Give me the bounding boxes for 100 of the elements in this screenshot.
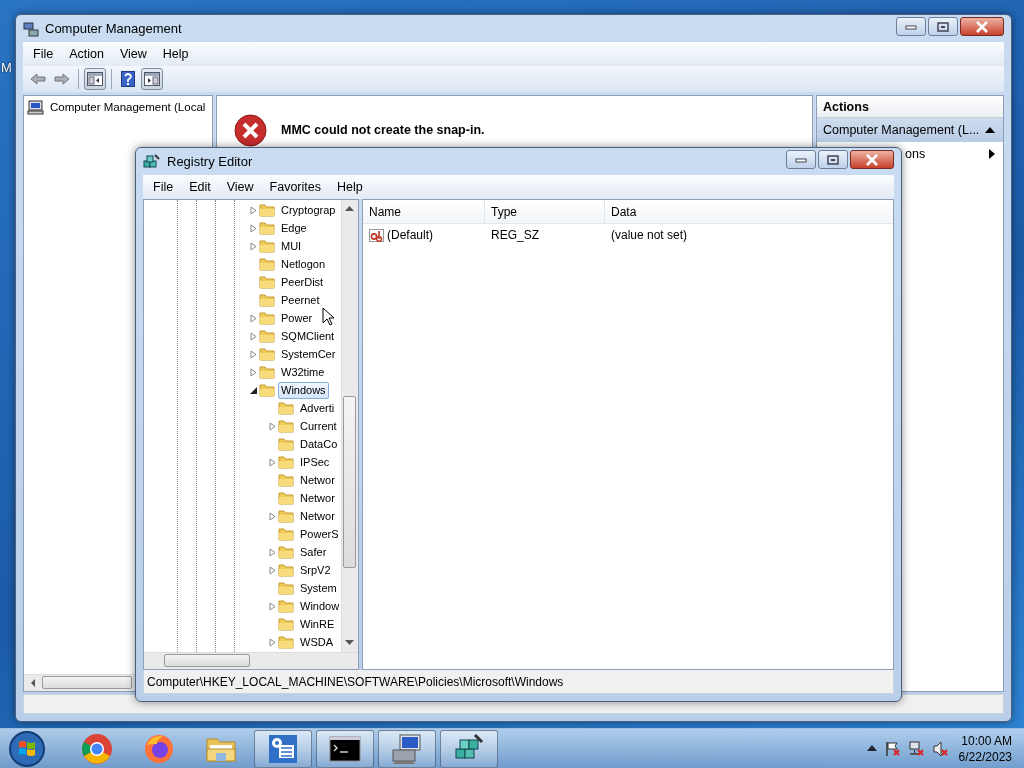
tree-item[interactable]: WSDA	[297, 633, 336, 651]
pane-toggle-icon	[87, 72, 103, 86]
tree-item[interactable]: Netlogon	[278, 255, 329, 273]
fox-globe-icon	[143, 732, 175, 765]
tree-item[interactable]: SQMClient	[278, 327, 338, 345]
tree-item[interactable]: Current	[297, 417, 340, 435]
scroll-up-icon[interactable]	[345, 206, 354, 212]
expand-icon[interactable]	[249, 349, 257, 359]
tree-item[interactable]: WinRE	[297, 615, 338, 633]
folder-icon	[259, 311, 275, 325]
expand-icon[interactable]	[249, 367, 257, 377]
taskbar-button[interactable]	[316, 729, 374, 768]
scroll-down-icon[interactable]	[345, 640, 354, 646]
tree-item[interactable]: PeerDist	[278, 273, 327, 291]
menu-item[interactable]: File	[145, 177, 182, 197]
expand-icon[interactable]	[268, 457, 276, 467]
expand-icon[interactable]	[268, 637, 276, 647]
menu-item[interactable]: Help	[329, 177, 371, 197]
value-data: (value not set)	[610, 227, 688, 244]
tree-item[interactable]: Peernet	[278, 291, 323, 309]
tree-item[interactable]: SrpV2	[297, 561, 334, 579]
tree-item[interactable]: Safer	[297, 543, 330, 561]
expand-icon[interactable]	[268, 565, 276, 575]
maximize-button[interactable]	[818, 150, 848, 169]
tree-item[interactable]: Computer Management (Local	[47, 98, 209, 116]
folder-icon	[259, 221, 275, 235]
tree-item[interactable]: Networ	[297, 507, 338, 525]
folder-icon	[259, 293, 275, 307]
window-title: Registry Editor	[167, 152, 253, 171]
menu-item[interactable]: Action	[61, 44, 112, 64]
value-name[interactable]: (Default)	[387, 226, 433, 244]
folder-icon	[259, 329, 275, 343]
menu-item[interactable]: Edit	[181, 177, 219, 197]
clock[interactable]: 10:00 AM 6/22/2023	[958, 732, 1012, 765]
close-button[interactable]	[850, 150, 894, 169]
maximize-icon	[827, 154, 839, 165]
menu-item[interactable]: File	[25, 44, 62, 64]
start-button[interactable]	[8, 729, 46, 768]
flag-icon[interactable]	[884, 740, 901, 757]
vertical-scrollbar[interactable]	[341, 200, 358, 652]
tree-item[interactable]: Windows	[278, 381, 329, 399]
chrome-style-icon	[81, 732, 113, 765]
console-tree-button[interactable]	[84, 68, 106, 90]
pane-toggle-icon	[144, 72, 160, 86]
expand-icon[interactable]	[268, 547, 276, 557]
action-section-header[interactable]: Computer Management (L...	[817, 118, 1003, 142]
horizontal-scrollbar[interactable]	[144, 652, 358, 669]
expand-icon[interactable]	[268, 511, 276, 521]
maximize-icon	[937, 21, 949, 32]
collapse-icon[interactable]	[985, 126, 995, 134]
expand-icon[interactable]	[249, 223, 257, 233]
expand-icon[interactable]	[268, 421, 276, 431]
tree-item[interactable]: W32time	[278, 363, 328, 381]
action-entry[interactable]: ons	[905, 144, 989, 164]
column-header[interactable]: Name	[363, 200, 485, 223]
app-icon	[23, 20, 39, 37]
tree-item[interactable]: Networ	[297, 489, 338, 507]
network-icon[interactable]	[908, 740, 925, 757]
tree-item[interactable]: PowerS	[297, 525, 341, 543]
column-header[interactable]: Data	[605, 200, 893, 223]
folder-icon	[278, 437, 294, 451]
tree-item[interactable]: Window	[297, 597, 341, 615]
tree-item[interactable]: System	[297, 579, 340, 597]
folder-icon	[259, 347, 275, 361]
minimize-button[interactable]	[786, 150, 816, 169]
column-header[interactable]: Type	[485, 200, 605, 223]
tree-item[interactable]: SystemCer	[278, 345, 339, 363]
registry-path: Computer\HKEY_LOCAL_MACHINE\SOFTWARE\Policies\Microsoft\Windows	[147, 673, 564, 691]
menu-item[interactable]: Favorites	[261, 177, 329, 197]
tree-item[interactable]: Networ	[297, 471, 338, 489]
show-hidden-icons-button[interactable]	[866, 745, 877, 752]
tree-item[interactable]: Adverti	[297, 399, 338, 417]
close-button[interactable]	[960, 17, 1004, 36]
tree-item[interactable]: Power	[278, 309, 316, 327]
expand-icon[interactable]	[268, 601, 276, 611]
menu-item[interactable]: View	[111, 44, 155, 64]
tree-item[interactable]: MUI	[278, 237, 305, 255]
collapse-icon[interactable]	[248, 385, 258, 395]
speaker-icon[interactable]	[932, 740, 949, 757]
menu-item[interactable]: Help	[154, 44, 197, 64]
horizontal-scrollbar[interactable]	[24, 674, 135, 691]
expand-icon[interactable]	[249, 205, 257, 215]
folder-icon	[278, 473, 294, 487]
folder-icon	[259, 203, 275, 217]
tree-item[interactable]: Edge	[278, 219, 310, 237]
minimize-button[interactable]	[896, 17, 926, 36]
expand-icon[interactable]	[249, 331, 257, 341]
computer-icon	[27, 99, 44, 115]
error-message: MMC could not create the snap-in.	[281, 122, 485, 140]
folder-icon	[278, 545, 294, 559]
tree-item[interactable]: IPSec	[297, 453, 333, 471]
computer-network-icon	[390, 732, 424, 765]
action-pane-button[interactable]	[141, 68, 163, 90]
desktop-icon-label[interactable]: M	[1, 58, 12, 78]
expand-icon[interactable]	[249, 241, 257, 251]
maximize-button[interactable]	[928, 17, 958, 36]
tree-item[interactable]: Cryptograp	[278, 201, 339, 219]
expand-icon[interactable]	[249, 313, 257, 323]
tree-item[interactable]: DataCo	[297, 435, 341, 453]
menu-item[interactable]: View	[218, 177, 262, 197]
